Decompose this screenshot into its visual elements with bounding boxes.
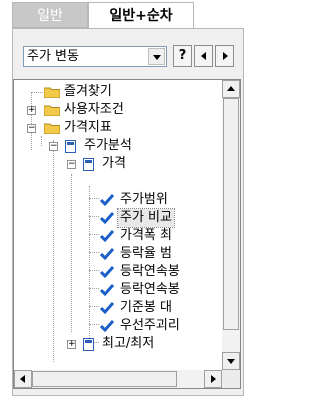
tree-item-label: 가격지표 <box>64 120 112 135</box>
horizontal-scrollbar[interactable] <box>14 370 222 388</box>
checkmark-icon <box>100 320 114 333</box>
arrow-left-icon <box>201 52 206 60</box>
checkmark-icon <box>100 194 114 207</box>
tree-item-price-compare[interactable]: 주가 비교 <box>14 208 222 228</box>
next-button[interactable] <box>215 45 234 67</box>
tree-item-preferred-gap[interactable]: 우선주괴리 <box>14 317 222 335</box>
tree-item-price[interactable]: − 가격 <box>14 155 222 173</box>
document-icon <box>83 158 94 171</box>
scroll-thumb[interactable] <box>32 371 177 387</box>
tree-item-price-range[interactable]: 주가범위 <box>14 191 222 209</box>
tree-item-label: 등락율 범 <box>120 246 172 261</box>
tree-item-label: 즐겨찾기 <box>64 84 112 99</box>
scroll-left-button[interactable] <box>14 370 32 388</box>
checkmark-icon <box>100 230 114 243</box>
arrow-down-icon <box>227 359 235 364</box>
arrow-right-icon <box>223 52 228 60</box>
vertical-scrollbar[interactable] <box>222 80 240 370</box>
checkmark-icon <box>100 212 114 225</box>
tree-item-label: 기준봉 대 <box>120 300 172 315</box>
tree-item-price-width[interactable]: 가격폭 최 <box>14 227 222 245</box>
condition-panel: 주가 변동 ? 즐겨찾기 + 사용자조건 − 가격지표 − 주가분석 − 가격 … <box>12 28 244 396</box>
tree-item-consecutive-1[interactable]: 등락연속봉 <box>14 263 222 281</box>
tree-item-label: 주가분석 <box>84 138 132 153</box>
document-icon <box>65 140 76 153</box>
tree-item-label: 우선주괴리 <box>120 318 180 333</box>
tree-item-favorites[interactable]: 즐겨찾기 <box>14 83 222 101</box>
tree-item-base-candle[interactable]: 기준봉 대 <box>14 299 222 317</box>
help-button[interactable]: ? <box>173 45 192 67</box>
category-select[interactable]: 주가 변동 <box>23 46 167 67</box>
scroll-thumb[interactable] <box>223 98 239 330</box>
folder-icon <box>44 105 60 116</box>
tree-item-high-low[interactable]: + 최고/최저 <box>14 335 222 353</box>
expand-icon[interactable]: + <box>27 106 36 115</box>
collapse-icon[interactable]: − <box>67 160 76 169</box>
tab-bar: 일반 일반+순차 <box>0 0 248 30</box>
category-select-value: 주가 변동 <box>27 49 79 64</box>
tree-item-label: 주가범위 <box>120 192 168 207</box>
tree-item-label: 주가 비교 <box>117 208 175 228</box>
arrow-right-icon <box>211 375 216 383</box>
scrollbar-corner <box>222 370 240 388</box>
checkmark-icon <box>100 266 114 279</box>
tree-item-change-rate[interactable]: 등락율 범 <box>14 245 222 263</box>
document-icon <box>83 338 94 351</box>
checkmark-icon <box>100 284 114 297</box>
expand-icon[interactable]: + <box>67 340 76 349</box>
tree-item-price-indicators[interactable]: − 가격지표 <box>14 119 222 137</box>
scroll-up-button[interactable] <box>222 80 240 98</box>
checkmark-icon <box>100 302 114 315</box>
scroll-down-button[interactable] <box>222 352 240 370</box>
condition-tree[interactable]: 즐겨찾기 + 사용자조건 − 가격지표 − 주가분석 − 가격 주가범위 주가 … <box>13 79 241 389</box>
tree-item-label: 등락연속봉 <box>120 264 180 279</box>
tree-item-label: 사용자조건 <box>64 102 124 117</box>
tree-item-user-conditions[interactable]: + 사용자조건 <box>14 101 222 119</box>
collapse-icon[interactable]: − <box>49 142 58 151</box>
arrow-left-icon <box>20 375 25 383</box>
checkmark-icon <box>100 248 114 261</box>
collapse-icon[interactable]: − <box>27 124 36 133</box>
tree-item-label: 가격폭 최 <box>120 228 172 243</box>
chevron-down-icon[interactable] <box>148 48 165 65</box>
prev-button[interactable] <box>194 45 213 67</box>
tab-general[interactable]: 일반 <box>12 2 88 28</box>
tree-item-consecutive-2[interactable]: 등락연속봉 <box>14 281 222 299</box>
arrow-up-icon <box>227 86 235 91</box>
tab-general-sequential[interactable]: 일반+순차 <box>88 2 194 28</box>
tree-item-label: 등락연속봉 <box>120 282 180 297</box>
folder-open-icon <box>44 123 60 134</box>
tree-item-label: 가격 <box>102 156 126 171</box>
folder-icon <box>44 87 60 98</box>
scroll-right-button[interactable] <box>204 370 222 388</box>
tree-item-price-analysis[interactable]: − 주가분석 <box>14 137 222 155</box>
tree-item-label: 최고/최저 <box>102 336 155 351</box>
